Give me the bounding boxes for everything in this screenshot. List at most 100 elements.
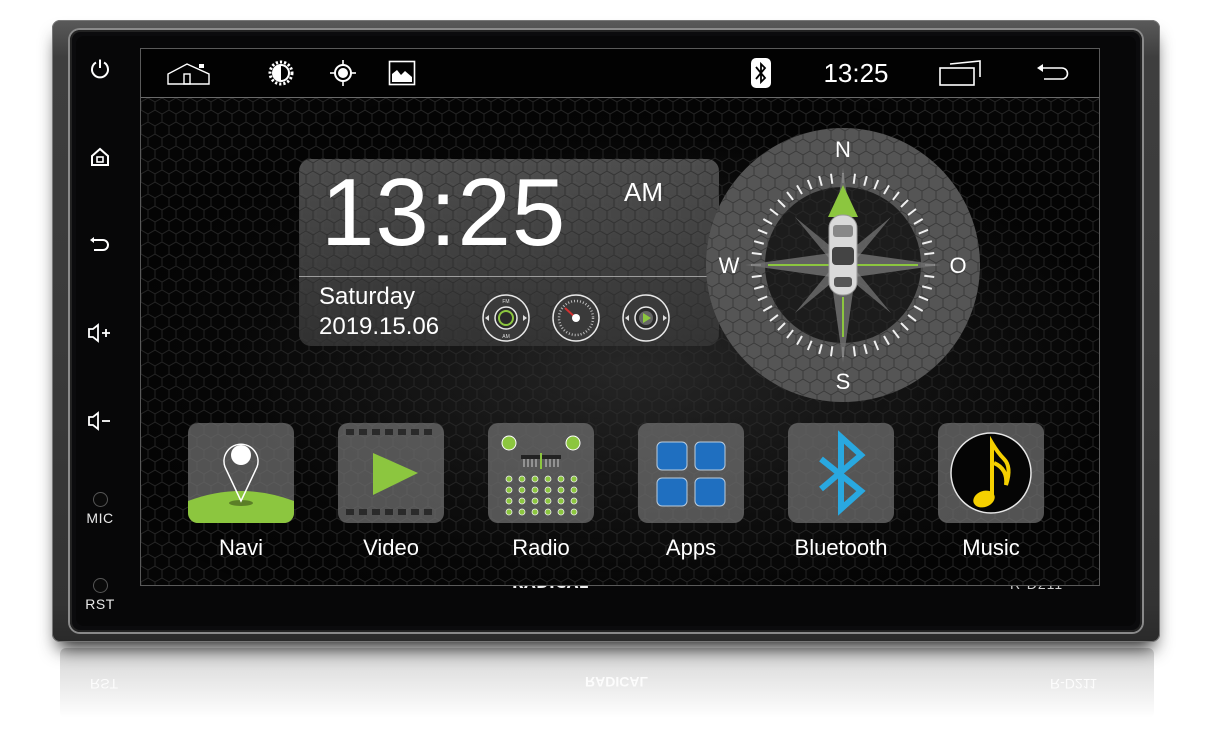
compass-tick [852,346,856,357]
app-label-music: Music [962,535,1020,560]
app-bluetooth[interactable]: Bluetooth [788,423,894,561]
clock-divider [299,276,719,277]
radio-speaker-dot [557,497,565,505]
media-player-widget[interactable] [621,293,671,343]
power-icon [91,59,109,79]
car-icon [828,214,858,296]
app-tile-navi[interactable] [188,423,294,523]
house-icon [167,63,210,85]
radio-speaker-dot [505,497,513,505]
back-arrow-icon [90,237,109,251]
compass-tick [924,274,935,278]
radio-speaker-dot [518,475,526,483]
gps-target-icon [330,60,356,86]
volume-up-icon [88,323,110,343]
reflect-model: R-D211 [1050,676,1098,692]
radio-dial-widget[interactable]: FM AM [481,293,531,343]
app-tile-video[interactable] [338,423,444,523]
radio-speaker-dot [518,508,526,516]
wallpaper-button[interactable] [386,57,418,89]
compass-tick [751,252,762,256]
brightness-button[interactable] [265,57,297,89]
compass-tick [830,173,834,184]
app-tile-apps[interactable] [638,423,744,523]
compass-tick [924,252,935,256]
app-grid-icon [656,441,726,507]
radio-speaker-dot [557,508,565,516]
clock-day: Saturday [319,283,416,310]
mic-hole [93,492,108,507]
radio-speaker-dot [570,508,578,516]
compass-north-label: N [835,137,851,162]
radio-speaker-dot [505,486,513,494]
app-navi[interactable]: Navi [188,423,294,561]
radio-fm-label: FM [502,299,509,305]
radio-speaker-dot [505,508,513,516]
home-button[interactable] [70,142,130,172]
compass-tick [751,274,762,278]
clock-widget[interactable]: 13:25 AM Saturday 2019.15.06 FM AM [299,159,719,346]
music-note-icon [950,432,1032,514]
recent-apps-icon [939,60,981,86]
compass-tick [830,346,834,357]
clock-time: 13:25 [321,159,567,266]
gps-button[interactable] [327,57,359,89]
compass-widget[interactable]: N S W O [705,127,981,403]
app-music[interactable]: Music [938,423,1044,561]
bluetooth-icon [751,58,771,88]
radio-speaker-dot [570,475,578,483]
reflect-rst: RST [90,676,118,692]
radio-speaker-dot [518,497,526,505]
media-player-icon [622,294,670,342]
radio-speaker-dot [531,497,539,505]
power-button[interactable] [70,54,130,84]
app-label-video: Video [363,535,419,560]
app-apps[interactable]: Apps [638,423,744,561]
back-button[interactable] [70,230,130,260]
radio-speaker-dot [544,497,552,505]
compass-dial: N S W O [706,128,980,402]
radio-icon [501,435,581,516]
bluetooth-status[interactable] [749,57,773,89]
bluetooth-icon [819,430,866,516]
radio-speaker-dot [570,497,578,505]
radio-speaker-dot [531,475,539,483]
radio-speaker-dot [544,486,552,494]
volume-up-button[interactable] [70,318,130,348]
app-label-bluetooth: Bluetooth [794,535,888,560]
app-label-apps: Apps [665,535,717,560]
status-time: 13:25 [823,57,889,88]
app-tile-radio[interactable] [488,423,594,523]
app-label-navi: Navi [218,535,263,560]
compass-east-label: O [949,253,966,278]
app-tile-bluetooth[interactable] [788,423,894,523]
clock-ampm: AM [624,177,663,207]
status-bar: 13:25 [141,49,1099,98]
radio-speaker-dot [531,508,539,516]
mic-label: MIC [86,510,114,526]
radio-speaker-dot [518,486,526,494]
home-launcher-button[interactable] [163,57,215,89]
radio-dial-icon: FM AM [482,294,530,342]
speedometer-widget[interactable] [551,293,601,343]
home-icon [91,147,109,166]
back-nav-button[interactable] [1033,57,1073,89]
play-film-icon [346,429,432,515]
app-radio[interactable]: Radio [488,423,594,561]
volume-down-button[interactable] [70,406,130,436]
device-reflection: RST RADICAL R-D211 [60,648,1154,718]
reset-label: RST [85,596,115,612]
reflect-brand: RADICAL [585,674,648,690]
app-tile-music[interactable] [938,423,1044,523]
home-screen: 13:25 AM Saturday 2019.15.06 FM AM N S W… [141,98,1099,585]
radio-speaker-dot [557,486,565,494]
volume-down-icon [88,411,110,431]
compass-tick [852,173,856,184]
app-label-radio: Radio [512,535,570,560]
map-pin-icon [188,443,294,523]
recent-apps-button[interactable] [937,57,985,89]
radio-speaker-dot [505,475,513,483]
reset-button[interactable] [93,578,108,593]
app-video[interactable]: Video [338,423,444,561]
compass-south-label: S [836,369,851,394]
